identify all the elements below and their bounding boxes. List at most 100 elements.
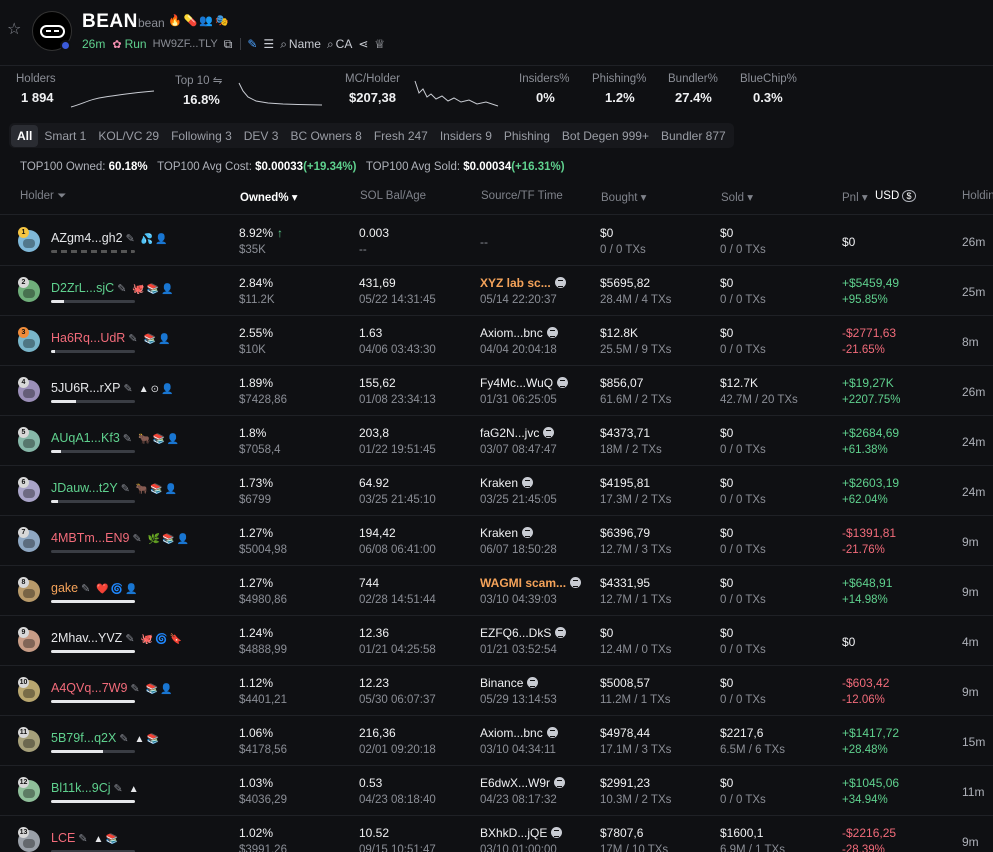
table-row[interactable]: 6 JDauw...t2Y ✎ 🐂📚👤 1.73% $6799 64.92 03/25 21:… (0, 466, 993, 516)
tab-bot-degen[interactable]: Bot Degen 999+ (556, 125, 655, 147)
table-row[interactable]: 1 AZgm4...gh2 ✎ 💦👤 8.92% ↑ $35K 0.003 -- -- $0 0 / … (0, 216, 993, 266)
edit-icon[interactable]: ✎ (117, 283, 126, 295)
edit-icon[interactable]: ✎ (78, 833, 87, 845)
tab-insiders[interactable]: Insiders 9 (434, 125, 498, 147)
tab-fresh[interactable]: Fresh 247 (368, 125, 434, 147)
edit-icon[interactable]: ✎ (121, 483, 130, 495)
tab-following[interactable]: Following 3 (165, 125, 238, 147)
source-cell[interactable]: WAGMI scam... (480, 576, 582, 590)
bought-value: $4978,44 (600, 726, 651, 740)
col-source[interactable]: Source/TF Time (481, 190, 563, 202)
holder-name[interactable]: 2Mhav...YVZ (51, 631, 122, 645)
holder-name[interactable]: Bl11k...9Cj (51, 781, 111, 795)
copy-icon[interactable]: ⧉ (224, 37, 233, 52)
holder-name[interactable]: LCE (51, 831, 75, 845)
edit-icon[interactable]: ✎ (114, 783, 123, 795)
col-holding[interactable]: Holdin (962, 190, 993, 202)
filter-icon[interactable]: ⏷ (57, 190, 66, 202)
holder-name[interactable]: D2ZrL...sjC (51, 281, 114, 295)
source-cell[interactable]: Kraken (480, 476, 534, 490)
edit-icon[interactable]: ✎ (119, 733, 128, 745)
source-cell[interactable]: faG2N...jvc (480, 426, 555, 440)
table-row[interactable]: 10 A4QVq...7W9 ✎ 📚👤 1.12% $4401,21 12.23 05/30 … (0, 666, 993, 716)
holder-name[interactable]: 5JU6R...rXP (51, 381, 120, 395)
source-cell[interactable]: Kraken (480, 526, 534, 540)
holder-name[interactable]: Ha6Rq...UdR (51, 331, 125, 345)
table-row[interactable]: 5 AUqA1...Kf3 ✎ 🐂📚👤 1.8% $7058,4 203,8 01/22 19… (0, 416, 993, 466)
feather-icon[interactable]: ✎ (247, 37, 257, 51)
owned-cell: 2.84% (239, 276, 273, 290)
edit-icon[interactable]: ✎ (123, 383, 132, 395)
col-pnl[interactable]: Pnl ▾ (842, 190, 868, 204)
source-cell[interactable]: Axiom...bnc (480, 726, 558, 740)
crown-icon[interactable]: ♕ (374, 37, 385, 51)
holder-name[interactable]: A4QVq...7W9 (51, 681, 127, 695)
name-search-button[interactable]: ⌕ Name (280, 37, 321, 52)
source-cell[interactable]: E6dwX...W9r (480, 776, 566, 790)
edit-icon[interactable]: ✎ (126, 233, 135, 245)
holder-name[interactable]: 5B79f...q2X (51, 731, 116, 745)
source-cell[interactable]: BXhkD...jQE (480, 826, 563, 840)
table-row[interactable]: 7 4MBTm...EN9 ✎ 🌿📚👤 1.27% $5004,98 194,42 06/08… (0, 516, 993, 566)
col-bought[interactable]: Bought ▾ (601, 190, 646, 204)
edit-icon[interactable]: ✎ (128, 333, 137, 345)
tab-bc-owners[interactable]: BC Owners 8 (284, 125, 367, 147)
edit-icon[interactable]: ✎ (130, 683, 139, 695)
source-cell[interactable]: Axiom...bnc (480, 326, 558, 340)
holder-cell[interactable]: JDauw...t2Y ✎ 🐂📚👤 (51, 481, 179, 495)
col-sold[interactable]: Sold ▾ (721, 190, 753, 204)
contract-address[interactable]: HW9ZF...TLY (153, 38, 218, 50)
holder-cell[interactable]: LCE ✎ ▲📚 (51, 831, 120, 845)
currency-toggle[interactable]: USD $ (875, 190, 916, 202)
holder-cell[interactable]: AZgm4...gh2 ✎ 💦👤 (51, 231, 170, 245)
edit-icon[interactable]: ✎ (133, 533, 142, 545)
holder-cell[interactable]: Ha6Rq...UdR ✎ 📚👤 (51, 331, 172, 345)
col-owned[interactable]: Owned% ▾ (240, 190, 298, 204)
holder-cell[interactable]: AUqA1...Kf3 ✎ 🐂📚👤 (51, 431, 181, 445)
table-row[interactable]: 9 2Mhav...YVZ ✎ 🐙🌀🔖 1.24% $4888,99 12.36 01/21 … (0, 616, 993, 666)
tab-dev[interactable]: DEV 3 (238, 125, 285, 147)
table-row[interactable]: 12 Bl11k...9Cj ✎ ▲ 1.03% $4036,29 0.53 04/23 08… (0, 766, 993, 816)
list-icon[interactable]: ☰ (263, 37, 274, 51)
exchange-icon (522, 477, 534, 488)
source-cell[interactable]: Binance (480, 676, 539, 690)
holder-cell[interactable]: 4MBTm...EN9 ✎ 🌿📚👤 (51, 531, 191, 545)
tab-smart[interactable]: Smart 1 (38, 125, 92, 147)
table-row[interactable]: 11 5B79f...q2X ✎ ▲📚 1.06% $4178,56 216,36 02/01… (0, 716, 993, 766)
exchange-icon (570, 577, 582, 588)
tab-all[interactable]: All (11, 124, 39, 147)
source-cell[interactable]: EZFQ6...DkS (480, 626, 567, 640)
edit-icon[interactable]: ✎ (81, 583, 90, 595)
holder-name[interactable]: gake (51, 581, 78, 595)
holder-cell[interactable]: D2ZrL...sjC ✎ 🐙📚👤 (51, 281, 176, 295)
holder-name[interactable]: AUqA1...Kf3 (51, 431, 120, 445)
edit-icon[interactable]: ✎ (123, 433, 132, 445)
star-icon[interactable]: ☆ (7, 22, 23, 38)
col-sol-bal[interactable]: SOL Bal/Age (360, 190, 426, 202)
table-row[interactable]: 4 5JU6R...rXP ✎ ▲⊙👤 1.89% $7428,86 155,62 01/08… (0, 366, 993, 416)
table-row[interactable]: 8 gake ✎ ❤️🌀👤 1.27% $4980,86 744 02/28 14:51:44… (0, 566, 993, 616)
holder-cell[interactable]: A4QVq...7W9 ✎ 📚👤 (51, 681, 175, 695)
holder-name[interactable]: 4MBTm...EN9 (51, 531, 130, 545)
source-cell[interactable]: XYZ lab sc... (480, 276, 566, 290)
tab-bundler[interactable]: Bundler 877 (655, 125, 732, 147)
col-holder[interactable]: Holder ⏷ (20, 190, 66, 203)
holder-cell[interactable]: Bl11k...9Cj ✎ ▲ (51, 781, 141, 795)
edit-icon[interactable]: ✎ (125, 633, 134, 645)
holder-name[interactable]: AZgm4...gh2 (51, 231, 123, 245)
ca-search-button[interactable]: ⌕ CA (327, 37, 352, 52)
holder-name[interactable]: JDauw...t2Y (51, 481, 118, 495)
holder-cell[interactable]: 5JU6R...rXP ✎ ▲⊙👤 (51, 381, 175, 395)
table-row[interactable]: 13 LCE ✎ ▲📚 1.02% $3991,26 10.52 09/15 10:51:47… (0, 816, 993, 852)
tab-kol-vc[interactable]: KOL/VC 29 (92, 125, 165, 147)
holder-cell[interactable]: 2Mhav...YVZ ✎ 🐙🌀🔖 (51, 631, 184, 645)
holder-cell[interactable]: gake ✎ ❤️🌀👤 (51, 581, 140, 595)
tab-phishing[interactable]: Phishing (498, 125, 556, 147)
share-icon[interactable]: ⋖ (358, 37, 368, 51)
source-cell[interactable]: Fy4Mc...WuQ (480, 376, 569, 390)
table-row[interactable]: 2 D2ZrL...sjC ✎ 🐙📚👤 2.84% $11.2K 431,69 05/22 1… (0, 266, 993, 316)
table-row[interactable]: 3 Ha6Rq...UdR ✎ 📚👤 2.55% $10K 1.63 04/06 03:43:… (0, 316, 993, 366)
holder-cell[interactable]: 5B79f...q2X ✎ ▲📚 (51, 731, 161, 745)
stat-top10[interactable]: Top 10 ⇋ 16.8% (175, 73, 222, 107)
source-time: 05/29 13:14:53 (480, 694, 557, 706)
